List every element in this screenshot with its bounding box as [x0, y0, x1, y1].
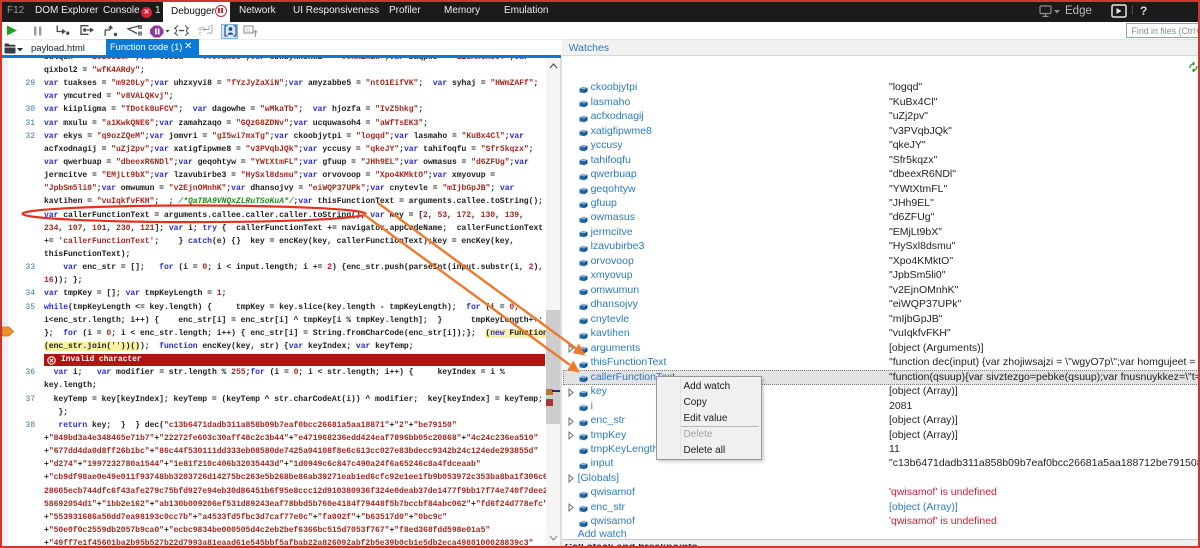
svg-text:32: 32: [246, 27, 252, 32]
svg-text:c: c: [199, 32, 202, 37]
svg-text:ab: ab: [198, 27, 205, 33]
